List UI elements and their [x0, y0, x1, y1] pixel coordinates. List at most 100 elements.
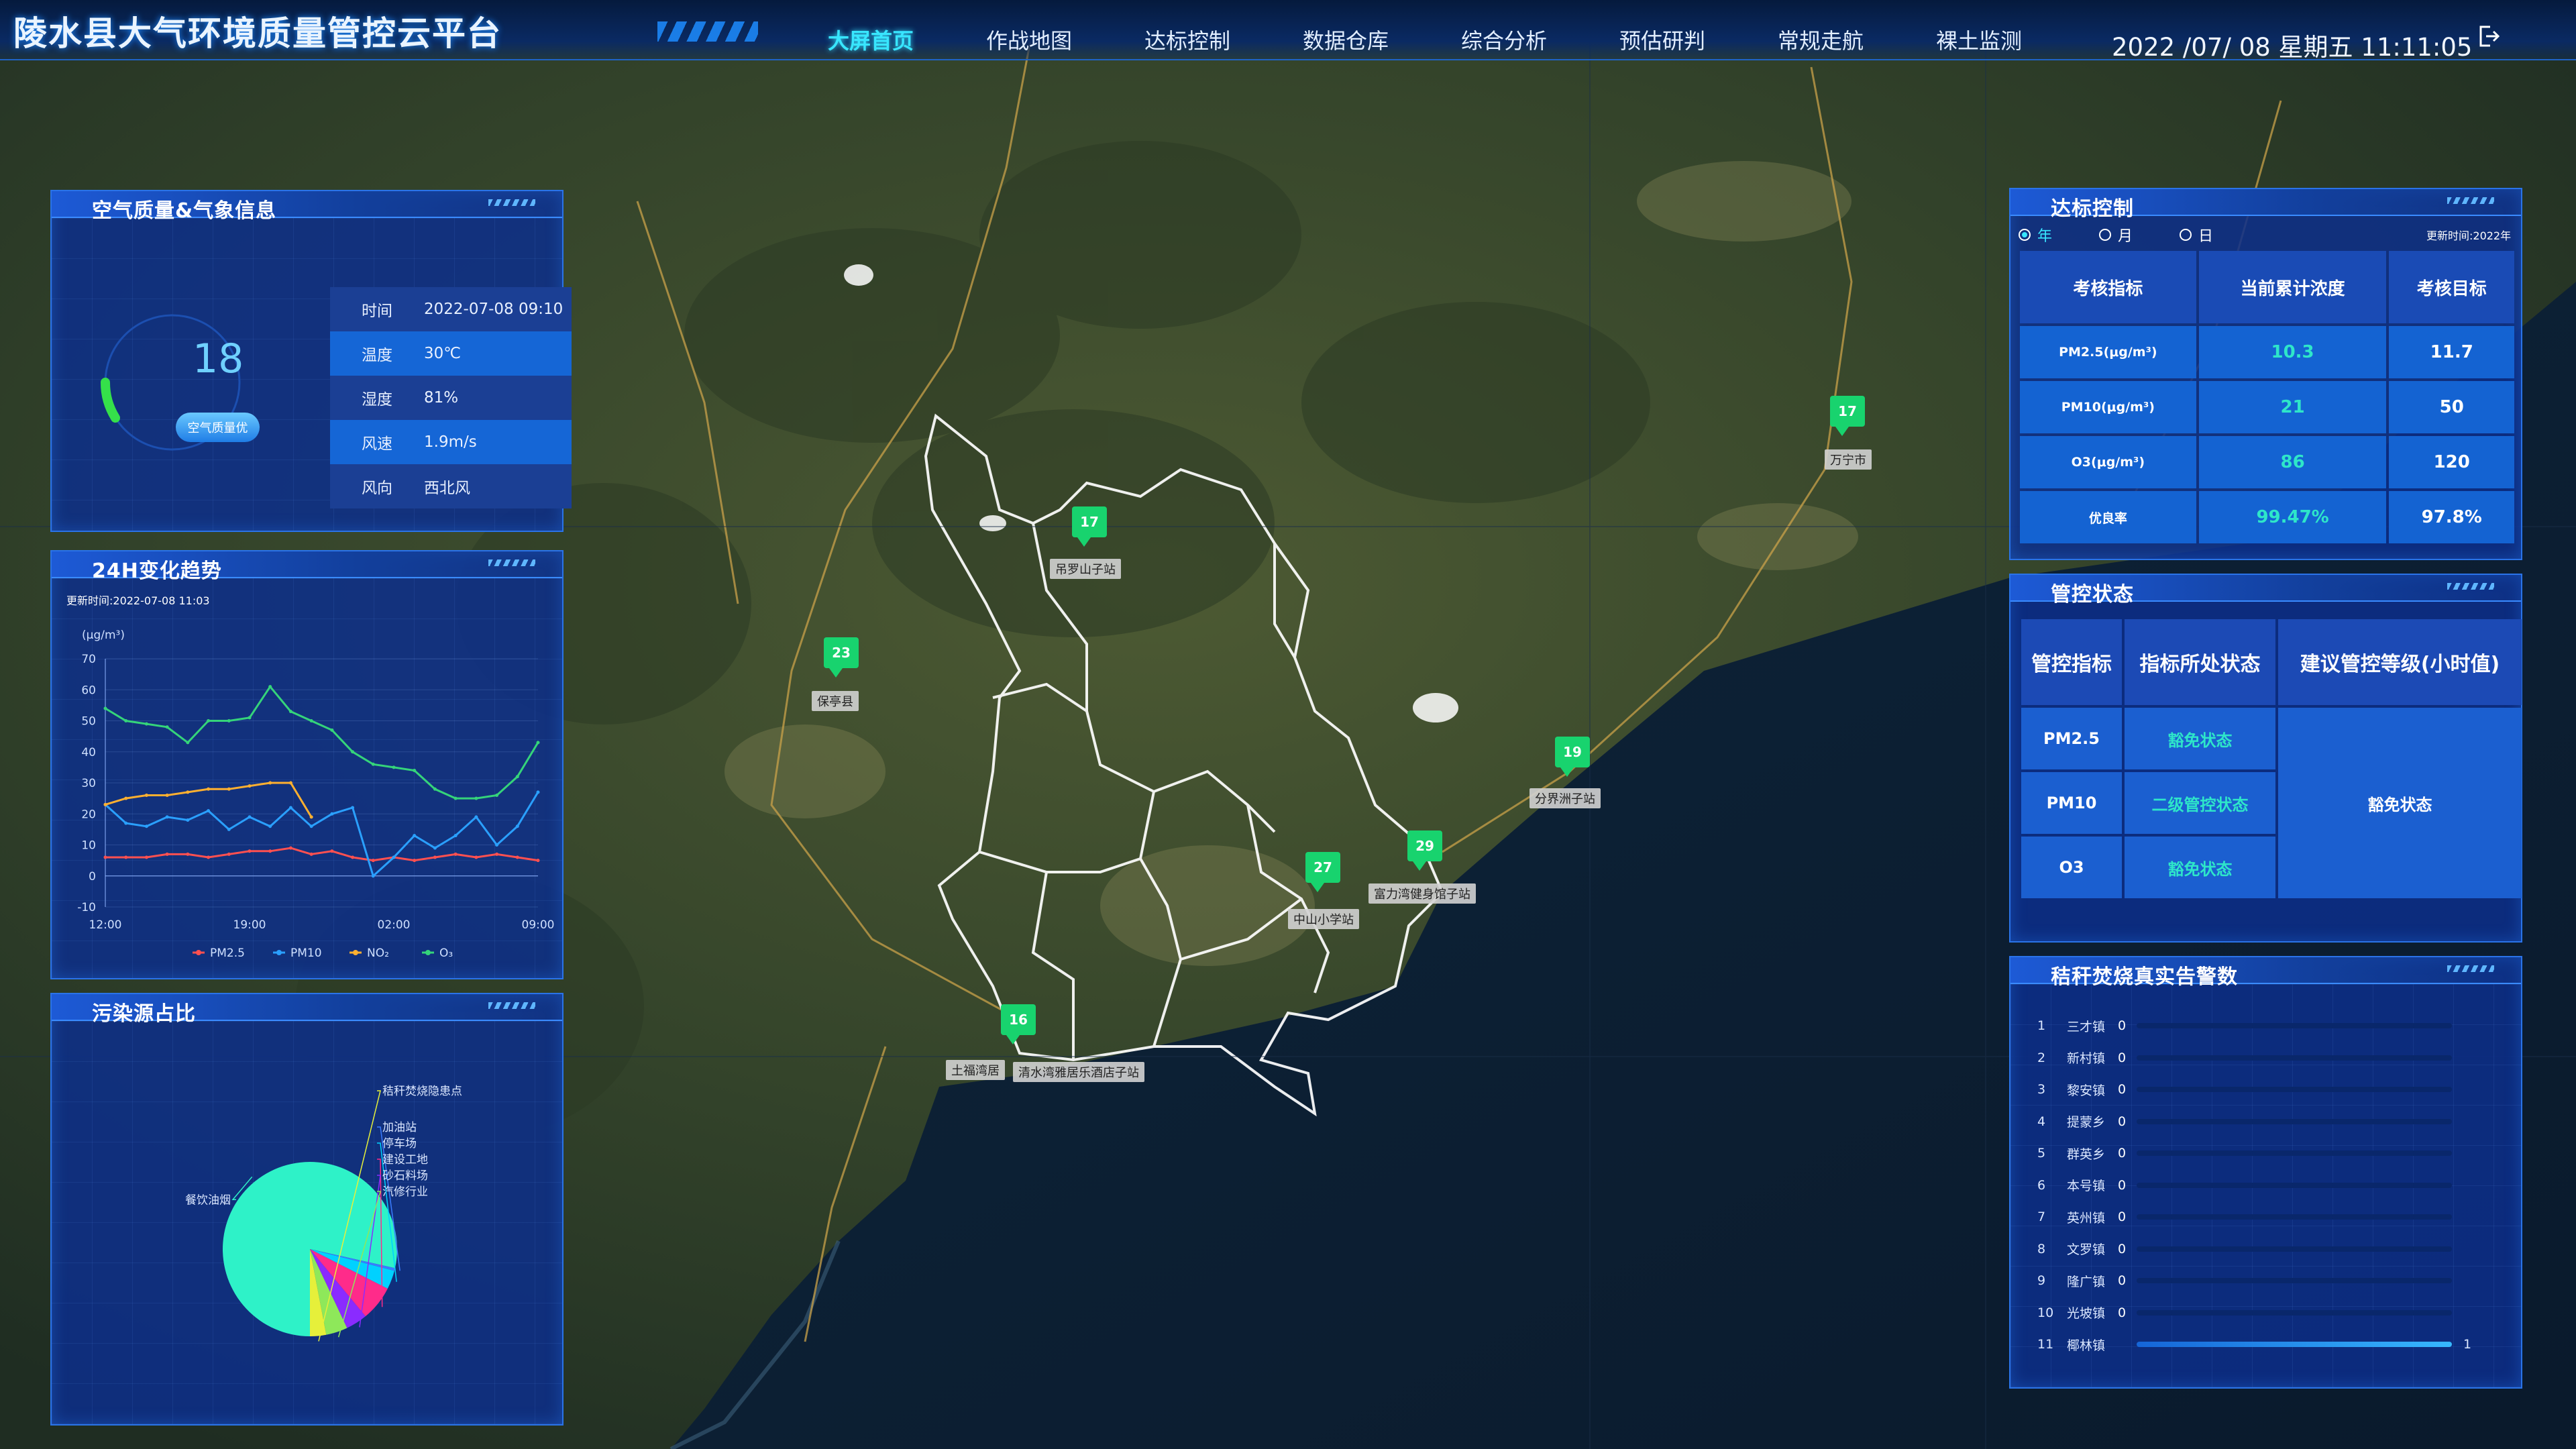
aqi-value: 18 [193, 335, 244, 382]
indicator-state: 豁免状态 [2125, 837, 2275, 898]
data-point [453, 796, 458, 800]
pollution-pie-chart[interactable]: 餐饮油烟 加油站停车场建设工地砂石料场汽修行业 秸秆焚烧隐患点 [52, 1021, 565, 1424]
weather-table: 时间 2022-07-08 09:10 温度 30℃ 湿度 81% 风速 1.9m/s … [330, 287, 572, 508]
radio-month[interactable]: 月 [2099, 224, 2133, 246]
alarm-count: 0 [2118, 1050, 2127, 1065]
y-tick-label: -10 [77, 901, 96, 914]
map-label-station[interactable]: 中山小学站 [1288, 909, 1359, 929]
data-point [186, 790, 190, 794]
nav-item-battle-map[interactable]: 作战地图 [950, 24, 1108, 55]
y-tick-label: 30 [81, 777, 96, 790]
legend-label: PM2.5 [210, 947, 245, 960]
map-label-station[interactable]: 分界洲子站 [1529, 788, 1601, 808]
panel-header: 污染源占比 [52, 994, 562, 1026]
indicator-name: PM10 [2021, 772, 2122, 834]
nav-item-home[interactable]: 大屏首页 [792, 24, 950, 55]
radio-day[interactable]: 日 [2180, 224, 2213, 246]
standard-table-wrapper: 考核指标 当前累计浓度 考核目标 PM2.5(μg/m³) 10.3 11.7 … [2017, 248, 2517, 546]
alarm-count: 0 [2118, 1273, 2127, 1288]
table-row: PM2.5(μg/m³) 10.3 11.7 [2020, 326, 2514, 378]
panel-header: 24H变化趋势 [52, 551, 562, 583]
data-point [515, 824, 519, 828]
alarm-count: 0 [2118, 1305, 2127, 1320]
station-marker[interactable]: 27 [1305, 852, 1340, 892]
station-marker[interactable]: 23 [824, 637, 859, 678]
nav-item-analysis[interactable]: 综合分析 [1425, 24, 1583, 55]
main-nav: 大屏首页 作战地图 达标控制 数据仓库 综合分析 预估研判 常规走航 裸土监测 [792, 24, 2058, 55]
map-label-county[interactable]: 保亭县 [812, 691, 859, 711]
alarm-count: 0 [2118, 1146, 2127, 1161]
column-header: 指标所处状态 [2125, 619, 2275, 705]
nav-item-bare-soil[interactable]: 裸土监测 [1900, 24, 2058, 55]
weather-row: 湿度 81% [330, 376, 572, 420]
weather-key: 湿度 [362, 391, 392, 409]
town-name: 隆广镇 [2067, 1274, 2106, 1289]
town-name: 新村镇 [2067, 1051, 2106, 1066]
data-point [207, 809, 211, 813]
rank-number: 7 [2037, 1210, 2046, 1224]
town-name: 本号镇 [2067, 1179, 2106, 1193]
data-point [330, 728, 334, 732]
data-point [495, 794, 499, 797]
burn-row: 1 三才镇 0 [2037, 1012, 2452, 1039]
nav-item-routine-cruise[interactable]: 常规走航 [1741, 24, 1900, 55]
panel-title: 达标控制 [2051, 197, 2134, 221]
station-marker[interactable]: 17 [1830, 396, 1865, 436]
data-point [207, 855, 211, 859]
panel-title: 管控状态 [2051, 583, 2134, 606]
station-marker[interactable]: 17 [1072, 506, 1107, 547]
data-point [144, 824, 148, 828]
x-tick-label: 02:00 [378, 918, 411, 932]
data-point [392, 855, 396, 859]
data-point [144, 855, 148, 859]
map-label-county[interactable]: 万宁市 [1825, 449, 1872, 470]
alarm-count: 0 [2118, 1177, 2127, 1193]
data-point [309, 719, 313, 722]
series-line [104, 792, 539, 878]
control-table: 管控指标 指标所处状态 建议管控等级(小时值) PM2.5 豁免状态 豁免状态 … [2019, 616, 2524, 901]
y-tick-label: 20 [81, 808, 96, 821]
alarm-count: 0 [2118, 1082, 2127, 1097]
pie-label: 建设工地 [382, 1153, 428, 1167]
panel-decoration [2447, 583, 2494, 590]
data-point [413, 769, 417, 772]
data-point [433, 846, 437, 850]
burn-row: 2 新村镇 0 [2037, 1044, 2452, 1071]
data-point [433, 787, 437, 791]
data-point [536, 790, 540, 794]
data-point [186, 852, 190, 856]
nav-item-data-warehouse[interactable]: 数据仓库 [1267, 24, 1425, 55]
station-marker[interactable]: 16 [1001, 1004, 1036, 1044]
panel-header: 达标控制 [2010, 189, 2521, 221]
data-point [288, 781, 292, 785]
data-point [515, 855, 519, 859]
table-row: O3(μg/m³) 86 120 [2020, 436, 2514, 488]
panel-title: 空气质量&气象信息 [92, 199, 277, 223]
panel-header: 空气质量&气象信息 [52, 191, 562, 223]
map-label-station[interactable]: 土福湾居 [946, 1060, 1005, 1080]
nav-item-standard-control[interactable]: 达标控制 [1108, 24, 1267, 55]
data-point [288, 846, 292, 850]
current-value: 21 [2198, 381, 2387, 433]
radio-dot [2180, 229, 2192, 241]
nav-item-forecast[interactable]: 预估研判 [1583, 24, 1741, 55]
map-label-station[interactable]: 吊罗山子站 [1050, 559, 1121, 579]
suggested-level: 豁免状态 [2278, 708, 2522, 898]
logout-icon[interactable] [2475, 23, 2502, 50]
data-point [227, 787, 231, 791]
radio-year[interactable]: 年 [2019, 224, 2052, 246]
map-label-station[interactable]: 清水湾雅居乐酒店子站 [1013, 1062, 1144, 1082]
map-label-station[interactable]: 富力湾健身馆子站 [1368, 883, 1476, 904]
town-name: 光坡镇 [2067, 1306, 2106, 1321]
data-point [268, 685, 272, 689]
legend-label: O₃ [439, 947, 453, 960]
station-marker[interactable]: 19 [1555, 737, 1590, 777]
straw-burning-panel: 秸秆焚烧真实告警数 1 三才镇 0 2 新村镇 0 3 黎安镇 0 4 提蒙乡 0 5 群英乡 0 6 本号镇 0… [2009, 956, 2522, 1389]
trend-line-chart[interactable]: (μg/m³) -10 0 10 20 30 40 50 60 70 12:00 19:00 02:00… [52, 612, 565, 961]
data-point [268, 781, 272, 785]
target-value: 11.7 [2389, 326, 2514, 378]
legend-swatch-dot [196, 950, 201, 955]
station-marker[interactable]: 29 [1407, 830, 1442, 871]
alarm-count: 0 [2118, 1210, 2127, 1224]
table-row: PM2.5 豁免状态 豁免状态 [2021, 708, 2522, 898]
